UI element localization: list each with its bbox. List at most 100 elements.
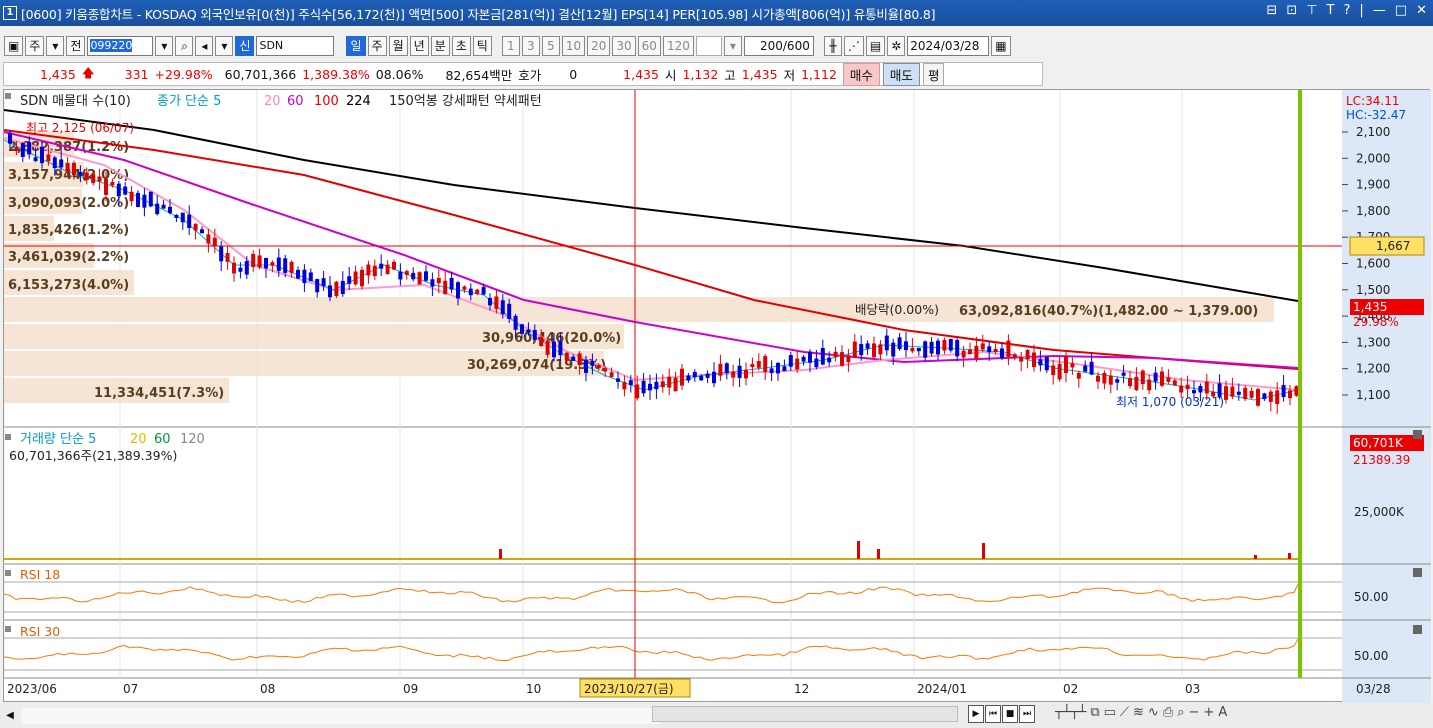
period-minute[interactable]: 분 <box>430 35 450 56</box>
fib-icon[interactable]: ≋ <box>1133 705 1144 720</box>
cursor-date-text: 2023/10/27(금) <box>584 682 674 696</box>
gear-icon[interactable]: ✲ <box>887 35 906 56</box>
period-tick[interactable]: 틱 <box>472 35 492 56</box>
candle-body <box>200 229 204 234</box>
credit-button[interactable]: 신 <box>235 35 255 56</box>
last-icon[interactable]: ⏭ <box>1019 705 1035 723</box>
search-icon[interactable]: ⌕ <box>175 35 194 56</box>
candle-body <box>929 341 934 354</box>
interval-30[interactable]: 30 <box>612 35 636 56</box>
stop-icon[interactable]: ■ <box>1002 705 1018 723</box>
custom-interval-input[interactable] <box>695 35 722 56</box>
legend-ma20: 20 <box>264 94 281 109</box>
candle-body <box>596 365 601 369</box>
sell-button[interactable]: 매도 <box>882 62 920 86</box>
stock-code-input[interactable]: 099220 <box>87 35 154 56</box>
zoom-in-icon[interactable]: + <box>1203 705 1214 720</box>
interval-3[interactable]: 3 <box>521 35 540 56</box>
interval-1[interactable]: 1 <box>501 35 520 56</box>
window-number-icon[interactable]: 1 <box>3 6 17 20</box>
profile-label: 3,090,093(2.0%) <box>8 196 129 211</box>
separator: | <box>1359 3 1364 18</box>
help-icon[interactable]: ? <box>1344 3 1351 18</box>
chevron-down-icon[interactable]: ▾ <box>215 35 234 56</box>
legend-ma224: 224 <box>346 94 371 109</box>
candle-body <box>923 341 928 358</box>
stock-chart[interactable]: 2,882,387(1.2%)3,157,944(2.0%)3,090,093(… <box>3 90 1431 703</box>
window-icon[interactable]: ▭ <box>1104 705 1116 720</box>
chevron-down-icon[interactable]: ▾ <box>723 35 742 56</box>
date-field[interactable]: 2024/03/28 <box>907 35 990 56</box>
trade-amount: 82,654백만 <box>445 67 513 83</box>
calendar-icon[interactable]: ▦ <box>991 35 1011 56</box>
close-icon[interactable] <box>1413 430 1422 439</box>
restore-icon[interactable]: ⊟ <box>1266 3 1277 18</box>
chevron-down-icon[interactable]: ▾ <box>46 35 65 56</box>
sound-icon[interactable]: ◂ <box>195 35 214 56</box>
tile-icon[interactable]: ⊡ <box>1286 3 1297 18</box>
zoom-icon[interactable]: ⌕ <box>1177 705 1184 720</box>
candle-body <box>1006 340 1011 357</box>
price-tick-label: 2,000 <box>1356 151 1390 165</box>
ruler-icon[interactable]: ┬┴┬┴ <box>1055 705 1086 720</box>
candle-body <box>520 324 524 334</box>
candle-body <box>27 141 32 155</box>
candle-body <box>782 366 787 372</box>
chart-area[interactable]: 2,882,387(1.2%) 3,157,944(2.0%) 3,090,093(… <box>3 89 1431 703</box>
period-year[interactable]: 년 <box>409 35 429 56</box>
first-icon[interactable]: ⏮ <box>985 705 1001 723</box>
period-day[interactable]: 일 <box>346 35 366 56</box>
type-select[interactable]: 주 <box>25 35 45 56</box>
scroll-left-icon[interactable]: ◀ <box>3 707 17 725</box>
legend-ma100: 100 <box>314 94 339 109</box>
average-button[interactable]: 평 <box>922 62 945 86</box>
display-count-input[interactable]: 200/600 <box>743 35 814 56</box>
print-icon[interactable]: ⎙ <box>1163 705 1173 720</box>
save-icon[interactable]: ▤ <box>865 35 886 56</box>
prev-button[interactable]: 전 <box>66 35 86 56</box>
interval-20[interactable]: 20 <box>587 35 611 56</box>
close-icon[interactable]: ✕ <box>1416 3 1427 18</box>
rsi-lines <box>3 577 1342 671</box>
interval-10[interactable]: 10 <box>561 35 586 56</box>
period-second[interactable]: 초 <box>451 35 471 56</box>
buy-button[interactable]: 매수 <box>842 62 880 86</box>
period-week[interactable]: 주 <box>367 35 387 56</box>
interval-5[interactable]: 5 <box>541 35 560 56</box>
pin-icon[interactable]: ⊤ <box>1306 3 1317 18</box>
expand-icon[interactable]: ▣ <box>4 35 24 56</box>
minimize-icon[interactable]: — <box>1373 3 1386 18</box>
candle-body <box>456 282 460 299</box>
maximize-icon[interactable]: □ <box>1395 3 1407 18</box>
stock-name-field[interactable]: SDN <box>256 35 335 56</box>
period-month[interactable]: 월 <box>388 35 408 56</box>
candle-body <box>1198 386 1203 393</box>
interval-60[interactable]: 60 <box>637 35 661 56</box>
candle-body <box>283 258 288 273</box>
candle-body <box>46 154 51 162</box>
candle-body <box>571 356 576 361</box>
candle-icon[interactable]: ╫ <box>823 35 842 56</box>
legend-title[interactable]: SDN 매물대 수(10) <box>20 94 131 109</box>
play-icon[interactable]: ▶ <box>968 705 984 723</box>
line-tool-icon[interactable]: ⟋ <box>1120 705 1129 720</box>
scroll-track[interactable] <box>21 707 661 724</box>
code-dropdown-icon[interactable]: ▾ <box>155 35 174 56</box>
scroll-thumb[interactable] <box>652 706 958 722</box>
interval-120[interactable]: 120 <box>662 35 694 56</box>
window-controls: ⊟ ⊡ ⊤ T ? | — □ ✕ <box>1266 3 1427 18</box>
close-icon[interactable] <box>1413 568 1422 577</box>
close-icon[interactable] <box>1413 625 1422 634</box>
candle-body <box>532 329 537 340</box>
zoom-out-icon[interactable]: − <box>1189 705 1200 720</box>
dividend-note: 배당락(0.00%) <box>855 302 939 317</box>
wave-icon[interactable]: ∿ <box>1148 705 1159 720</box>
candle-body <box>942 339 947 351</box>
trend-icon[interactable]: ⋰ <box>843 35 864 56</box>
candle-body <box>808 351 812 363</box>
candle-body <box>686 375 691 381</box>
font-icon[interactable]: A <box>1218 705 1227 720</box>
font-icon[interactable]: T <box>1327 3 1335 18</box>
copy-icon[interactable]: ⧉ <box>1090 705 1099 720</box>
candle-body <box>366 264 371 276</box>
